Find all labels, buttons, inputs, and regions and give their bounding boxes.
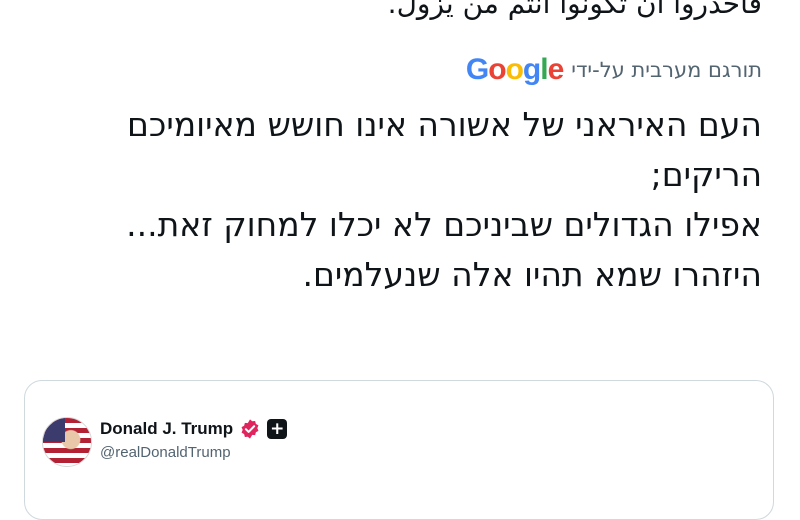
verified-badge-icon [241,419,259,439]
google-logo-letter: g [522,53,541,86]
author-handle[interactable]: @realDonaldTrump [100,444,231,461]
avatar[interactable] [42,417,92,467]
google-logo: Google [465,53,565,86]
tweet-line: היזהרו שמא תהיו אלה שנעלמים. [302,255,762,294]
affiliate-plus-icon: + [267,419,288,439]
google-logo-letter: e [547,53,565,86]
google-logo-letter: o [505,53,524,86]
google-logo-letter: o [488,53,506,86]
previous-text-line: فاحذروا ان تكونوا انتم من يزول. [387,0,762,20]
tweet-line: העם האיראני של אשורה אינו חושש מאיומיכם [126,105,762,144]
translated-by-label: תורגם מערבית על-ידי [571,58,762,82]
google-logo-letter: l [540,53,548,86]
author-name[interactable]: Donald J. Trump [100,419,233,439]
google-logo-letter: G [465,53,489,86]
translation-attribution: תורגם מערבית על-ידי Google [466,55,762,85]
tweet-line: אפילו הגדולים שביניכם לא יכלו למחוק זאת.… [126,205,762,244]
tweet-line: הריקים; [650,155,762,194]
quoted-author-row: Donald J. Trump + [100,418,288,440]
tweet-body: העם האיראני של אשורה אינו חושש מאיומיכם … [22,100,762,300]
